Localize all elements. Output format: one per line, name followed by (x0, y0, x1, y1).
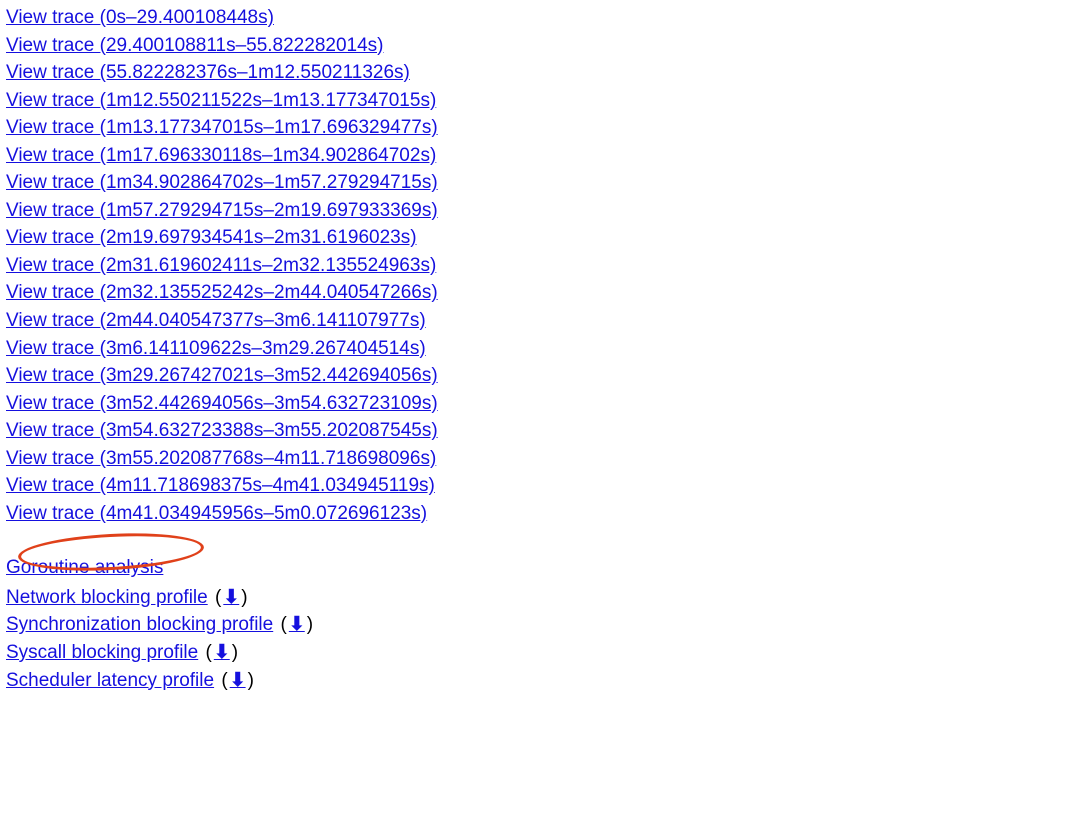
download-icon[interactable]: ⬇ (223, 587, 239, 608)
trace-link[interactable]: View trace (2m32.135525242s–2m44.0405472… (6, 279, 438, 307)
trace-link[interactable]: View trace (2m31.619602411s–2m32.1355249… (6, 252, 436, 280)
paren-close: ) (246, 670, 256, 691)
trace-link[interactable]: View trace (2m19.697934541s–2m31.6196023… (6, 224, 417, 252)
profile-links-section: Goroutine analysis Network blocking prof… (6, 554, 1074, 694)
trace-link-list: View trace (0s–29.400108448s)View trace … (6, 4, 1074, 527)
download-icon[interactable]: ⬇ (289, 614, 305, 635)
trace-link[interactable]: View trace (3m55.202087768s–4m11.7186980… (6, 445, 436, 473)
profile-link[interactable]: Synchronization blocking profile (6, 614, 273, 635)
trace-link[interactable]: View trace (3m6.141109622s–3m29.26740451… (6, 335, 426, 363)
trace-link[interactable]: View trace (3m29.267427021s–3m52.4426940… (6, 362, 438, 390)
paren-open: ( (214, 670, 230, 691)
paren-close: ) (305, 614, 315, 635)
goroutine-analysis-link[interactable]: Goroutine analysis (6, 557, 163, 578)
trace-link[interactable]: View trace (1m34.902864702s–1m57.2792947… (6, 169, 438, 197)
trace-link[interactable]: View trace (2m44.040547377s–3m6.14110797… (6, 307, 426, 335)
paren-open: ( (198, 642, 214, 663)
trace-link[interactable]: View trace (1m12.550211522s–1m13.1773470… (6, 87, 436, 115)
profile-row: Syscall blocking profile (⬇) (6, 639, 1074, 667)
paren-close: ) (230, 642, 240, 663)
profile-row: Network blocking profile (⬇) (6, 584, 1074, 612)
paren-close: ) (239, 587, 249, 608)
profile-link[interactable]: Syscall blocking profile (6, 642, 198, 663)
trace-link[interactable]: View trace (4m41.034945956s–5m0.07269612… (6, 500, 427, 528)
trace-link[interactable]: View trace (4m11.718698375s–4m41.0349451… (6, 472, 435, 500)
trace-link[interactable]: View trace (3m52.442694056s–3m54.6327231… (6, 390, 438, 418)
download-icon[interactable]: ⬇ (230, 670, 246, 691)
paren-open: ( (208, 587, 224, 608)
profile-row: Scheduler latency profile (⬇) (6, 667, 1074, 695)
trace-link[interactable]: View trace (0s–29.400108448s) (6, 4, 274, 32)
profile-link[interactable]: Network blocking profile (6, 587, 208, 608)
goroutine-analysis-row: Goroutine analysis (6, 554, 163, 582)
paren-open: ( (273, 614, 289, 635)
trace-link[interactable]: View trace (3m54.632723388s–3m55.2020875… (6, 417, 438, 445)
profile-link[interactable]: Scheduler latency profile (6, 670, 214, 691)
trace-link[interactable]: View trace (29.400108811s–55.822282014s) (6, 32, 383, 60)
profile-row: Synchronization blocking profile (⬇) (6, 611, 1074, 639)
trace-link[interactable]: View trace (1m57.279294715s–2m19.6979333… (6, 197, 438, 225)
trace-link[interactable]: View trace (1m13.177347015s–1m17.6963294… (6, 114, 438, 142)
download-icon[interactable]: ⬇ (214, 642, 230, 663)
trace-link[interactable]: View trace (1m17.696330118s–1m34.9028647… (6, 142, 436, 170)
trace-link[interactable]: View trace (55.822282376s–1m12.550211326… (6, 59, 410, 87)
